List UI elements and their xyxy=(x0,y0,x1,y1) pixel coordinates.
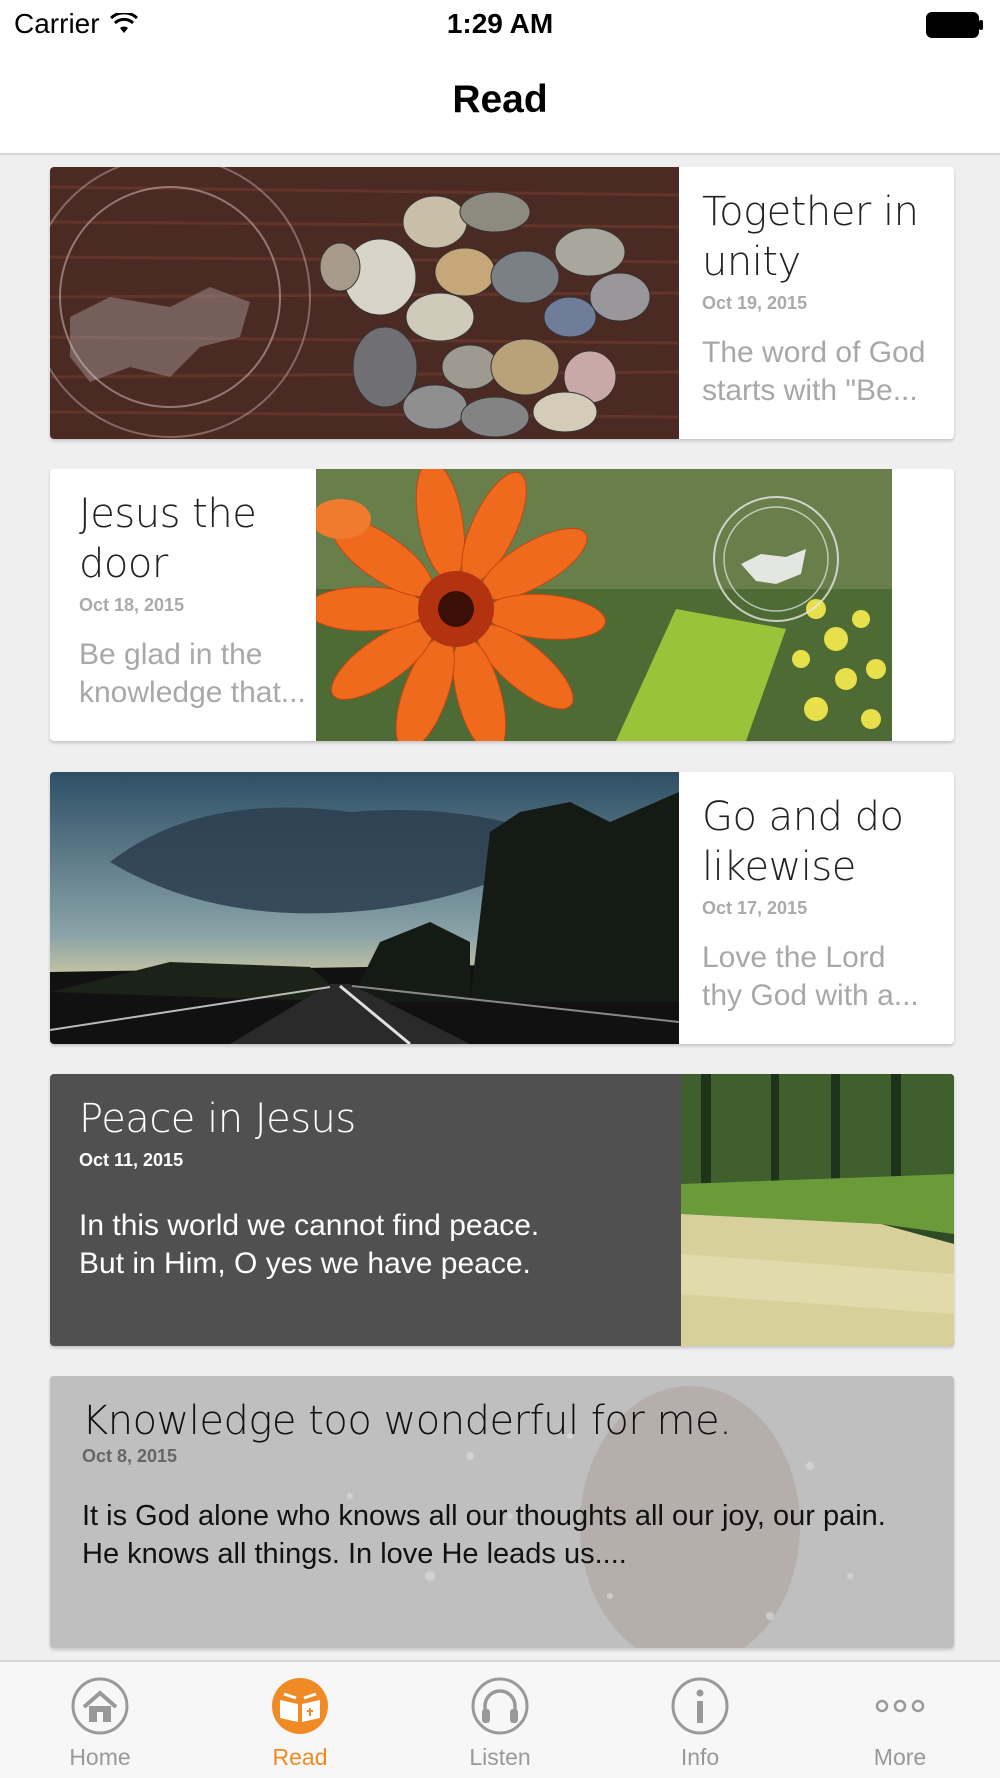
tab-bar: Home Read Listen Info More xyxy=(0,1660,1000,1778)
tab-label: Home xyxy=(69,1744,131,1770)
read-screen: Carrier 1:29 AM Read Together in unity O… xyxy=(0,0,1000,1778)
more-dots-icon xyxy=(875,1699,925,1713)
orange-flower-image xyxy=(316,469,892,741)
article-title: Go and do likewise xyxy=(702,794,904,890)
article-date: Oct 11, 2015 xyxy=(79,1150,184,1170)
card-text: Knowledge too wonderful for me. Oct 8, 2… xyxy=(82,1376,942,1648)
article-excerpt: It is God alone who knows all our though… xyxy=(82,1497,942,1573)
article-excerpt: The word of God starts with "Be... xyxy=(702,334,947,410)
article-card-jesus-the-door[interactable]: Jesus the door Oct 18, 2015 Be glad in t… xyxy=(50,469,954,741)
article-date: Oct 18, 2015 xyxy=(79,595,185,615)
battery-icon xyxy=(926,12,983,38)
tab-label: Info xyxy=(680,1744,720,1770)
tab-listen[interactable]: Listen xyxy=(400,1662,600,1778)
excerpt-line: In this world we cannot find peace. xyxy=(79,1209,540,1242)
article-excerpt: Be glad in the knowledge that... xyxy=(79,636,314,712)
excerpt-line: It is God alone who knows all our though… xyxy=(82,1500,886,1532)
excerpt-line: knowledge that... xyxy=(79,676,306,709)
article-card-go-and-do-likewise[interactable]: Go and do likewise Oct 17, 2015 Love the… xyxy=(50,772,954,1044)
excerpt-line: starts with "Be... xyxy=(702,374,918,407)
river-forest-image xyxy=(681,1074,954,1346)
article-excerpt: Love the Lord thy God with a... xyxy=(702,939,947,1015)
card-text: Peace in Jesus Oct 11, 2015 In this worl… xyxy=(79,1074,679,1346)
status-time: 1:29 AM xyxy=(446,8,554,39)
article-title: Peace in Jesus xyxy=(79,1096,356,1142)
article-title: Knowledge too wonderful for me. xyxy=(82,1398,732,1444)
tab-more[interactable]: More xyxy=(800,1662,1000,1778)
tab-label: Listen xyxy=(469,1744,531,1770)
road-landscape-image xyxy=(50,772,679,1044)
article-excerpt: In this world we cannot find peace. But … xyxy=(79,1207,679,1283)
tab-label: Read xyxy=(272,1744,328,1770)
card-text: Jesus the door Oct 18, 2015 Be glad in t… xyxy=(79,469,314,741)
open-book-icon xyxy=(272,1678,328,1734)
tab-label: More xyxy=(873,1744,927,1770)
excerpt-line: He knows all things. In love He leads us… xyxy=(82,1538,627,1570)
card-text: Together in unity Oct 19, 2015 The word … xyxy=(702,167,947,439)
article-date: Oct 17, 2015 xyxy=(702,898,808,918)
article-title: Together in unity xyxy=(702,189,919,285)
article-date: Oct 8, 2015 xyxy=(82,1446,178,1466)
article-card-together-in-unity[interactable]: Together in unity Oct 19, 2015 The word … xyxy=(50,167,954,439)
article-date: Oct 19, 2015 xyxy=(702,293,808,313)
info-icon xyxy=(671,1677,729,1735)
excerpt-line: Love the Lord xyxy=(702,941,886,974)
article-card-peace-in-jesus[interactable]: Peace in Jesus Oct 11, 2015 In this worl… xyxy=(50,1074,954,1346)
card-text: Go and do likewise Oct 17, 2015 Love the… xyxy=(702,772,947,1044)
navigation-bar: Read xyxy=(0,50,1000,155)
stones-on-wood-image xyxy=(50,167,679,439)
article-card-knowledge-too-wonderful[interactable]: Knowledge too wonderful for me. Oct 8, 2… xyxy=(50,1376,954,1648)
excerpt-line: The word of God xyxy=(702,336,926,369)
excerpt-line: But in Him, O yes we have peace. xyxy=(79,1247,531,1280)
page-title: Read xyxy=(452,78,548,121)
headphones-icon xyxy=(471,1677,529,1735)
article-title: Jesus the door xyxy=(79,491,257,587)
tab-info[interactable]: Info xyxy=(600,1662,800,1778)
home-icon xyxy=(71,1677,129,1735)
tab-read[interactable]: Read xyxy=(200,1662,400,1778)
excerpt-line: thy God with a... xyxy=(702,979,919,1012)
excerpt-line: Be glad in the xyxy=(79,638,263,671)
tab-home[interactable]: Home xyxy=(0,1662,200,1778)
status-bar: Carrier 1:29 AM xyxy=(0,0,1000,50)
